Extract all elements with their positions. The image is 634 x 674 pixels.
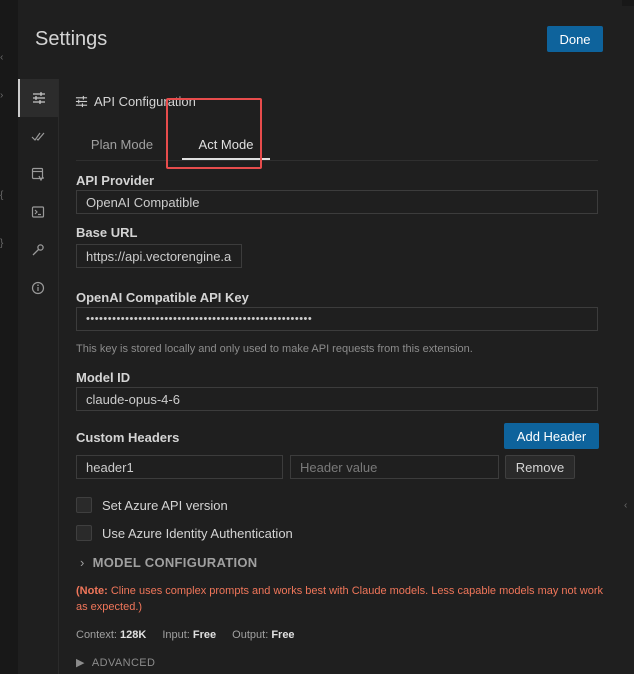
model-stats: Context: 128K Input: Free Output: Free	[76, 629, 295, 641]
header-name-input[interactable]: header1	[76, 455, 283, 479]
api-key-label: OpenAI Compatible API Key	[76, 290, 249, 305]
base-url-label: Base URL	[76, 225, 138, 240]
gutter-glyph: {	[0, 190, 4, 201]
sidebar-item-browser[interactable]	[18, 155, 58, 193]
add-header-button[interactable]: Add Header	[504, 423, 599, 449]
api-provider-label: API Provider	[76, 173, 155, 188]
sliders-icon	[33, 92, 45, 104]
base-url-input[interactable]: https://api.vectorengine.a	[76, 244, 242, 268]
advanced-label: ADVANCED	[91, 656, 156, 669]
settings-content: API Configuration Plan Mode Act Mode API…	[58, 79, 622, 674]
context-stat: Context: 128K	[76, 629, 147, 641]
input-stat: Input: Free	[162, 629, 217, 641]
sidebar-item-debug[interactable]	[18, 231, 58, 269]
note-prefix: (Note:	[76, 585, 108, 597]
api-provider-select[interactable]: OpenAI Compatible	[76, 190, 598, 214]
model-warning-note: (Note: Cline uses complex prompts and wo…	[76, 583, 606, 615]
settings-sidebar	[18, 79, 59, 674]
page-title: Settings	[35, 28, 108, 50]
api-key-helper: This key is stored locally and only used…	[76, 343, 473, 355]
model-id-input[interactable]: claude-opus-4-6	[76, 387, 598, 411]
tab-plan-mode[interactable]: Plan Mode	[76, 128, 168, 160]
azure-identity-label: Use Azure Identity Authentication	[102, 525, 293, 541]
model-id-label: Model ID	[76, 370, 131, 385]
remove-header-button[interactable]: Remove	[505, 455, 575, 479]
sidebar-item-terminal[interactable]	[18, 193, 58, 231]
editor-left-gutter: ‹ › { }	[0, 0, 18, 674]
sidebar-item-api-configuration[interactable]	[18, 79, 58, 117]
custom-headers-label: Custom Headers	[76, 430, 180, 445]
azure-identity-option[interactable]: Use Azure Identity Authentication	[76, 525, 293, 541]
output-stat: Output: Free	[232, 629, 295, 641]
wrench-icon	[32, 244, 44, 256]
azure-api-version-checkbox[interactable]	[76, 497, 92, 513]
gutter-glyph: }	[0, 238, 4, 249]
azure-api-version-label: Set Azure API version	[102, 497, 228, 513]
header-value-input[interactable]: Header value	[290, 455, 499, 479]
gutter-glyph: ›	[0, 90, 4, 101]
info-icon	[31, 281, 45, 295]
azure-api-version-option[interactable]: Set Azure API version	[76, 497, 228, 513]
terminal-icon	[31, 206, 45, 218]
browser-icon	[31, 167, 44, 181]
sidebar-item-features[interactable]	[18, 117, 58, 155]
sidebar-item-about[interactable]	[18, 269, 58, 307]
mode-tabs: Plan Mode Act Mode	[76, 128, 598, 161]
editor-right-gutter: ‹	[621, 60, 634, 674]
model-configuration-label: MODEL CONFIGURATION	[92, 555, 258, 570]
check-double-icon	[31, 132, 45, 141]
note-text: Cline uses complex prompts and works bes…	[76, 585, 604, 613]
api-key-input[interactable]: ••••••••••••••••••••••••••••••••••••••••…	[76, 307, 598, 331]
gutter-glyph: ‹	[624, 500, 628, 511]
highlight-box	[166, 98, 262, 169]
settings-panel: Settings Done API Configuration Plan Mod…	[18, 0, 622, 674]
sliders-icon	[75, 95, 88, 108]
done-button[interactable]: Done	[547, 26, 603, 52]
model-configuration-toggle[interactable]: › MODEL CONFIGURATION	[80, 555, 257, 570]
triangle-right-icon: ▶	[76, 657, 85, 669]
advanced-toggle[interactable]: ▶ ADVANCED	[76, 656, 156, 670]
azure-identity-checkbox[interactable]	[76, 525, 92, 541]
chevron-right-icon: ›	[80, 555, 85, 570]
gutter-glyph: ‹	[0, 52, 4, 63]
